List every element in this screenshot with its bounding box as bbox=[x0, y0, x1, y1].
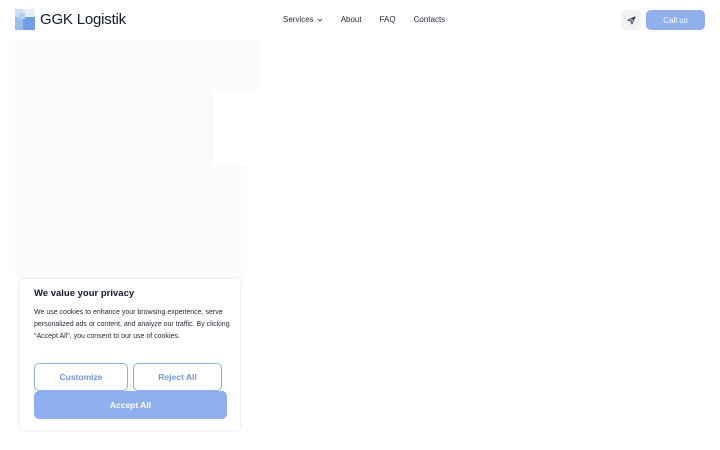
chevron-down-icon bbox=[317, 18, 322, 22]
background-block bbox=[141, 40, 261, 90]
paper-plane-icon bbox=[626, 15, 636, 25]
logo-mark-icon bbox=[15, 9, 35, 30]
background-block bbox=[15, 40, 141, 166]
call-us-button[interactable]: Call us bbox=[646, 10, 705, 30]
nav-item-services[interactable]: Services bbox=[283, 12, 323, 28]
nav-item-about[interactable]: About bbox=[341, 12, 362, 28]
customize-button[interactable]: Customize bbox=[34, 363, 128, 391]
nav-item-faq[interactable]: FAQ bbox=[380, 12, 396, 28]
background-block bbox=[15, 210, 241, 278]
background-block bbox=[15, 166, 247, 210]
cookie-banner: We value your privacy We use cookies to … bbox=[20, 279, 240, 430]
accept-all-button[interactable]: Accept All bbox=[34, 391, 227, 419]
page: GGK Logistik Services About FAQ Contacts… bbox=[0, 0, 720, 450]
telegram-button[interactable] bbox=[621, 10, 641, 30]
main-nav: Services About FAQ Contacts bbox=[283, 12, 445, 28]
reject-all-button[interactable]: Reject All bbox=[133, 363, 222, 391]
header: GGK Logistik Services About FAQ Contacts… bbox=[0, 0, 720, 40]
background-block bbox=[141, 90, 214, 166]
logo[interactable]: GGK Logistik bbox=[15, 9, 126, 30]
nav-item-contacts[interactable]: Contacts bbox=[414, 12, 446, 28]
brand-name: GGK Logistik bbox=[40, 11, 126, 28]
nav-item-services-label: Services bbox=[283, 15, 314, 24]
cookie-banner-title: We value your privacy bbox=[34, 288, 135, 299]
cookie-banner-text: We use cookies to enhance your browsing … bbox=[34, 309, 230, 340]
